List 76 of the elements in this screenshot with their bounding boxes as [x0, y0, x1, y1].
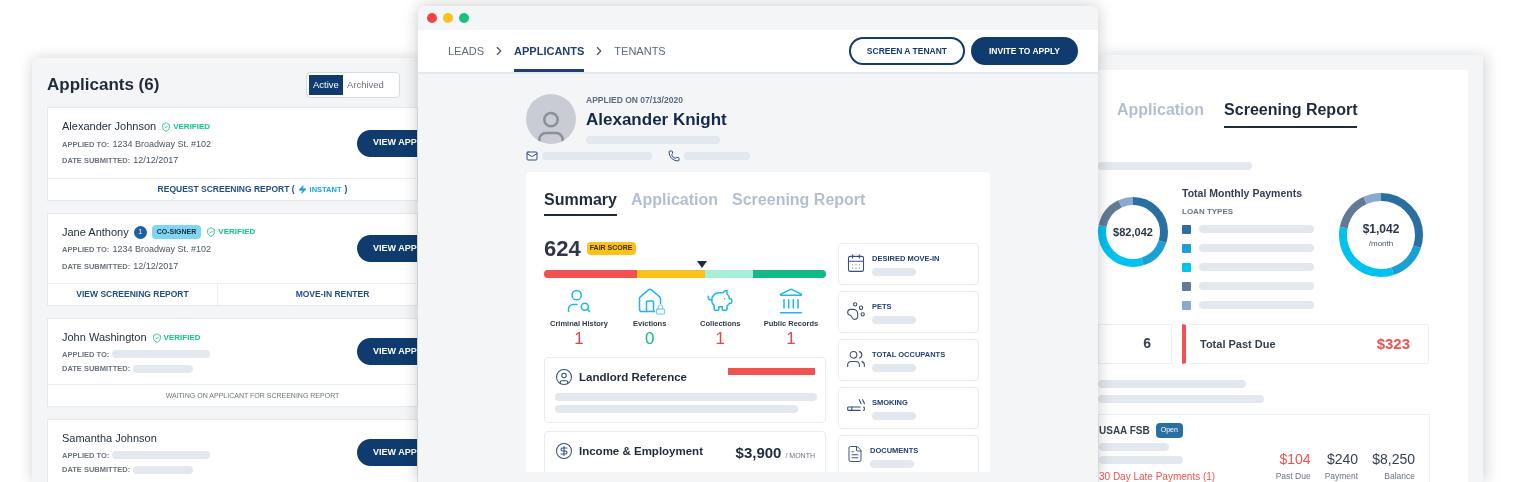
record-count: 1 [574, 329, 584, 350]
toggle-option[interactable]: Active [309, 75, 343, 96]
loan-types-label: LOAN TYPES [1182, 205, 1235, 218]
phone-icon [668, 150, 680, 162]
action-link[interactable]: MOVE-IN RENTER [295, 288, 370, 302]
text-placeholder [133, 465, 194, 474]
shield-check-icon [161, 121, 172, 132]
mail-icon [526, 150, 538, 162]
text-placeholder [872, 268, 916, 277]
verified-label: VERIFIED [218, 226, 256, 238]
account-name: USAA FSB [1099, 423, 1150, 438]
figure-label: Payment [1324, 469, 1359, 482]
income-amount: $3,900 [735, 443, 782, 464]
person-search-icon [565, 287, 593, 315]
monthly-amount: $1,042 [1362, 221, 1400, 238]
applicant-name: John Washington [62, 330, 147, 346]
closing-paren: ) [344, 182, 348, 196]
dollar-icon [555, 442, 573, 461]
shield-check-icon [151, 332, 162, 343]
breadcrumb-tab[interactable]: APPLICANTS [514, 30, 585, 72]
field-value: 1234 Broadway St. #102 [112, 137, 211, 151]
account-figure: $104 [1279, 449, 1311, 469]
toggle-option[interactable]: Archived [342, 75, 388, 96]
applicant-name: Jane Anthony [62, 224, 129, 240]
field-value: 1234 Broadway St. #102 [112, 243, 211, 257]
verified-label: VERIFIED [163, 331, 201, 344]
applicants-heading: Applicants (6) [47, 74, 160, 97]
text-placeholder [133, 364, 194, 373]
calendar-icon [846, 253, 866, 273]
header-button[interactable]: INVITE TO APPLY [971, 37, 1078, 65]
past-due-amount: $323 [1376, 333, 1410, 354]
field-value: 12/12/2017 [133, 154, 179, 168]
record-count: 1 [715, 329, 726, 350]
figure-label: Balance [1384, 469, 1415, 482]
text-placeholder [870, 460, 914, 469]
paw-print-icon [846, 301, 866, 321]
view-application-button[interactable]: VIEW APP [357, 439, 417, 467]
people-icon [846, 349, 866, 369]
action-link[interactable]: VIEW SCREENING REPORT [76, 288, 189, 302]
applicant-name: Alexander Knight [586, 109, 727, 132]
applicant-name: Alexander Johnson [62, 119, 157, 135]
past-due-label: Total Past Due [1200, 336, 1276, 352]
record-count: 0 [644, 329, 655, 350]
monthly-unit: /month [1368, 238, 1394, 250]
avatar [526, 94, 576, 144]
total-balance: $82,042 [1113, 224, 1153, 240]
text-placeholder [872, 316, 916, 325]
view-application-button[interactable]: VIEW APP [357, 338, 417, 366]
applicant-name: Samantha Johnson [62, 431, 157, 447]
breadcrumb-tab[interactable]: LEADS [448, 30, 485, 72]
accounts-count: 6 [1143, 334, 1151, 354]
text-placeholder [872, 364, 916, 373]
figure-label: Past Due [1275, 469, 1311, 482]
profile-tab[interactable]: Summary [544, 188, 617, 216]
person-icon [555, 368, 573, 387]
verified-label: VERIFIED [173, 120, 211, 133]
breadcrumb-tab[interactable]: TENANTS [614, 30, 666, 72]
credit-score: 624 [544, 235, 581, 263]
text-placeholder [872, 412, 916, 421]
monthly-payments-title: Total Monthly Payments [1182, 186, 1303, 201]
shield-check-icon [206, 227, 217, 237]
lightning-icon [297, 184, 307, 194]
header-button[interactable]: SCREEN A TENANT [848, 37, 965, 65]
record-count: 1 [786, 329, 796, 350]
request-report-link[interactable]: REQUEST SCREENING REPORT ( [157, 182, 295, 196]
view-application-button[interactable]: VIEW APP [357, 235, 417, 262]
card-title: Income & Employment [579, 443, 703, 459]
view-application-button[interactable]: VIEW APP [357, 129, 417, 157]
applied-date: APPLIED ON 07/13/2020 [586, 94, 684, 108]
report-tab[interactable]: Screening Report [1224, 98, 1358, 128]
field-value: 12/12/2017 [133, 259, 179, 273]
account-figure: $8,250 [1372, 449, 1415, 469]
account-figure: $240 [1327, 449, 1359, 469]
document-icon [846, 445, 864, 463]
card-title: Landlord Reference [579, 369, 687, 385]
late-payments-link[interactable]: 30 Day Late Payments (1) [1099, 468, 1216, 482]
